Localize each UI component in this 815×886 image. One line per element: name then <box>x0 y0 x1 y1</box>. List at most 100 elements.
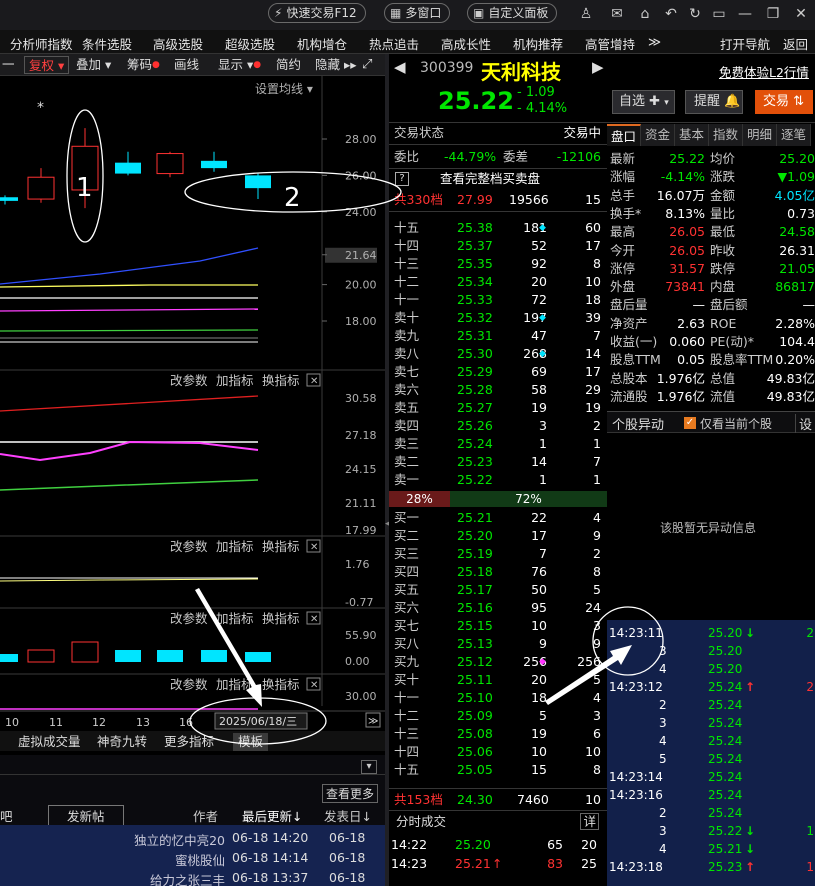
add-indicator-button[interactable]: 加指标 <box>216 677 254 692</box>
mail-icon[interactable]: ✉ <box>608 5 626 23</box>
edit-params-button[interactable]: 改参数 <box>170 677 208 692</box>
tab-2[interactable]: 基本 <box>675 124 709 146</box>
maximize-icon[interactable]: ❐ <box>764 5 782 23</box>
post-author[interactable]: 给力之张三丰 <box>150 870 225 886</box>
alert-button[interactable]: 提醒 🔔 <box>685 90 743 114</box>
l2-trial-link[interactable]: 免费体验L2行情 <box>719 62 809 81</box>
change-indicator-button[interactable]: 换指标 <box>262 677 300 692</box>
new-post-button[interactable]: 发新帖 <box>48 805 124 826</box>
forum-bar-link[interactable]: 吧 <box>0 806 13 825</box>
skin-icon[interactable]: ▭ <box>710 5 728 23</box>
forum-row[interactable]: 独立的忆中亮20 06-18 14:20 06-18 <box>0 830 385 848</box>
restore-rights-dropdown[interactable]: 复权 ▾ <box>24 56 70 74</box>
buy-level-row[interactable]: 买十 25.11 20 5 <box>389 671 607 689</box>
sell-level-row[interactable]: 卖六 25.28 58 29 <box>389 381 607 399</box>
tab-1[interactable]: 资金 <box>641 124 675 146</box>
tab-virtual-volume[interactable]: 虚拟成交量 <box>18 733 81 751</box>
buy-level-row[interactable]: 十四 25.06 10 10 <box>389 743 607 761</box>
tab-3[interactable]: 指数 <box>709 124 743 146</box>
only-current-label[interactable]: 仅看当前个股 <box>700 415 772 432</box>
tab-magic-nine[interactable]: 神奇九转 <box>97 733 147 751</box>
display-dropdown[interactable]: 显示 ▾● <box>218 56 261 74</box>
add-indicator-button[interactable]: 加指标 <box>216 539 254 554</box>
sell-level-row[interactable]: 卖四 25.26 3 2 <box>389 417 607 435</box>
change-indicator-button[interactable]: 换指标 <box>262 611 300 626</box>
full-book-link[interactable]: 查看完整档买卖盘 <box>440 170 540 188</box>
buy-level-row[interactable]: 买七 25.15 10 3 <box>389 617 607 635</box>
tab-4[interactable]: 明细 <box>743 124 777 146</box>
buy-level-row[interactable]: 买八 25.13 9 9 <box>389 635 607 653</box>
quick-trade-button[interactable]: ⚡ 快速交易F12 <box>268 3 366 23</box>
next-stock-icon[interactable]: ▶ <box>592 58 604 76</box>
last-update-header[interactable]: 最后更新↓ <box>242 806 302 825</box>
refresh-icon[interactable]: ↻ <box>686 5 704 23</box>
simple-mode-button[interactable]: 简约 <box>276 56 301 74</box>
menu-back[interactable]: 返回 <box>783 34 808 53</box>
chips-button[interactable]: 筹码● <box>127 56 160 74</box>
anomaly-settings-button[interactable]: 设 <box>795 414 812 433</box>
ma-setting-dropdown[interactable]: 设置均线 ▾ <box>255 82 313 96</box>
buy-level-row[interactable]: 买一 25.21 22 4 <box>389 509 607 527</box>
ticks-detail-button[interactable]: 详 <box>580 813 599 830</box>
sell-level-row[interactable]: 卖七 25.29 69 17 <box>389 363 607 381</box>
menu-analyst-index[interactable]: 分析师指数 <box>10 34 73 53</box>
sell-level-row[interactable]: 十二 25.34 20 10 <box>389 273 607 291</box>
overlay-dropdown[interactable]: 叠加 ▾ <box>76 56 111 74</box>
tab-0[interactable]: 盘口 <box>607 124 641 146</box>
fullscreen-icon[interactable]: ⤢ <box>362 56 372 74</box>
sell-level-row[interactable]: 卖十 25.32 197 ◆ 39 <box>389 309 607 327</box>
sell-level-row[interactable]: 卖五 25.27 19 19 <box>389 399 607 417</box>
view-more-button[interactable]: 查看更多 <box>322 784 379 803</box>
tab-template[interactable]: 模板 <box>233 733 269 751</box>
sell-level-row[interactable]: 卖二 25.23 14 7 <box>389 453 607 471</box>
buy-level-row[interactable]: 买九 25.12 256 ◆ 256 <box>389 653 607 671</box>
buy-level-row[interactable]: 买六 25.16 95 24 <box>389 599 607 617</box>
post-author[interactable]: 独立的忆中亮20 <box>134 830 225 849</box>
add-indicator-button[interactable]: 加指标 <box>216 373 254 388</box>
close-icon[interactable]: ✕ <box>792 5 810 23</box>
menu-open-nav[interactable]: 打开导航 <box>720 34 770 53</box>
edit-params-button[interactable]: 改参数 <box>170 611 208 626</box>
buy-level-row[interactable]: 买五 25.17 50 5 <box>389 581 607 599</box>
menu-condition-select[interactable]: 条件选股 <box>82 34 132 53</box>
undo-icon[interactable]: ↶ <box>662 5 680 23</box>
user-icon[interactable]: ♙ <box>577 5 595 23</box>
edit-params-button[interactable]: 改参数 <box>170 373 208 388</box>
add-indicator-button[interactable]: 加指标 <box>216 611 254 626</box>
menu-more[interactable]: ≫ <box>648 34 661 49</box>
home-icon[interactable]: ⌂ <box>636 5 654 23</box>
forum-row[interactable]: 给力之张三丰 06-18 13:37 06-18 <box>0 870 385 886</box>
collapse-icon[interactable]: ▾ <box>361 760 377 774</box>
hide-button[interactable]: 隐藏 ▸▸ <box>315 56 357 74</box>
tab-5[interactable]: 逐笔 <box>777 124 811 146</box>
trade-button[interactable]: 交易 ⇅ <box>755 90 813 114</box>
help-icon[interactable]: ? <box>395 172 409 186</box>
menu-institution-rec[interactable]: 机构推荐 <box>513 34 563 53</box>
menu-advanced-select[interactable]: 高级选股 <box>153 34 203 53</box>
sell-level-row[interactable]: 十五 25.38 181 ◆ 60 <box>389 219 607 237</box>
sell-level-row[interactable]: 十三 25.35 92 8 <box>389 255 607 273</box>
tab-more-indicators[interactable]: 更多指标 <box>164 733 214 751</box>
buy-level-row[interactable]: 十三 25.08 19 6 <box>389 725 607 743</box>
menu-high-growth[interactable]: 高成长性 <box>441 34 491 53</box>
sell-level-row[interactable]: 卖三 25.24 1 1 <box>389 435 607 453</box>
buy-level-row[interactable]: 十五 25.05 15 8 <box>389 761 607 779</box>
sell-level-row[interactable]: 卖九 25.31 47 7 <box>389 327 607 345</box>
add-watchlist-button[interactable]: 自选 ✚ ▾ <box>612 90 675 114</box>
edit-params-button[interactable]: 改参数 <box>170 539 208 554</box>
sell-level-row[interactable]: 十四 25.37 52 17 <box>389 237 607 255</box>
change-indicator-button[interactable]: 换指标 <box>262 539 300 554</box>
change-indicator-button[interactable]: 换指标 <box>262 373 300 388</box>
buy-level-row[interactable]: 十二 25.09 5 3 <box>389 707 607 725</box>
prev-stock-icon[interactable]: ◀ <box>394 58 406 76</box>
sell-level-row[interactable]: 十一 25.33 72 18 <box>389 291 607 309</box>
menu-hot-track[interactable]: 热点追击 <box>369 34 419 53</box>
sell-level-row[interactable]: 卖八 25.30 268 ◆ 14 <box>389 345 607 363</box>
multi-window-button[interactable]: ▦ 多窗口 <box>384 3 451 23</box>
forum-row[interactable]: 蜜桃股仙 06-18 14:14 06-18 <box>0 850 385 868</box>
buy-level-row[interactable]: 买三 25.19 7 2 <box>389 545 607 563</box>
buy-level-row[interactable]: 买二 25.20 17 9 <box>389 527 607 545</box>
buy-level-row[interactable]: 十一 25.10 18 4 <box>389 689 607 707</box>
buy-level-row[interactable]: 买四 25.18 76 8 <box>389 563 607 581</box>
post-author[interactable]: 蜜桃股仙 <box>175 850 225 869</box>
